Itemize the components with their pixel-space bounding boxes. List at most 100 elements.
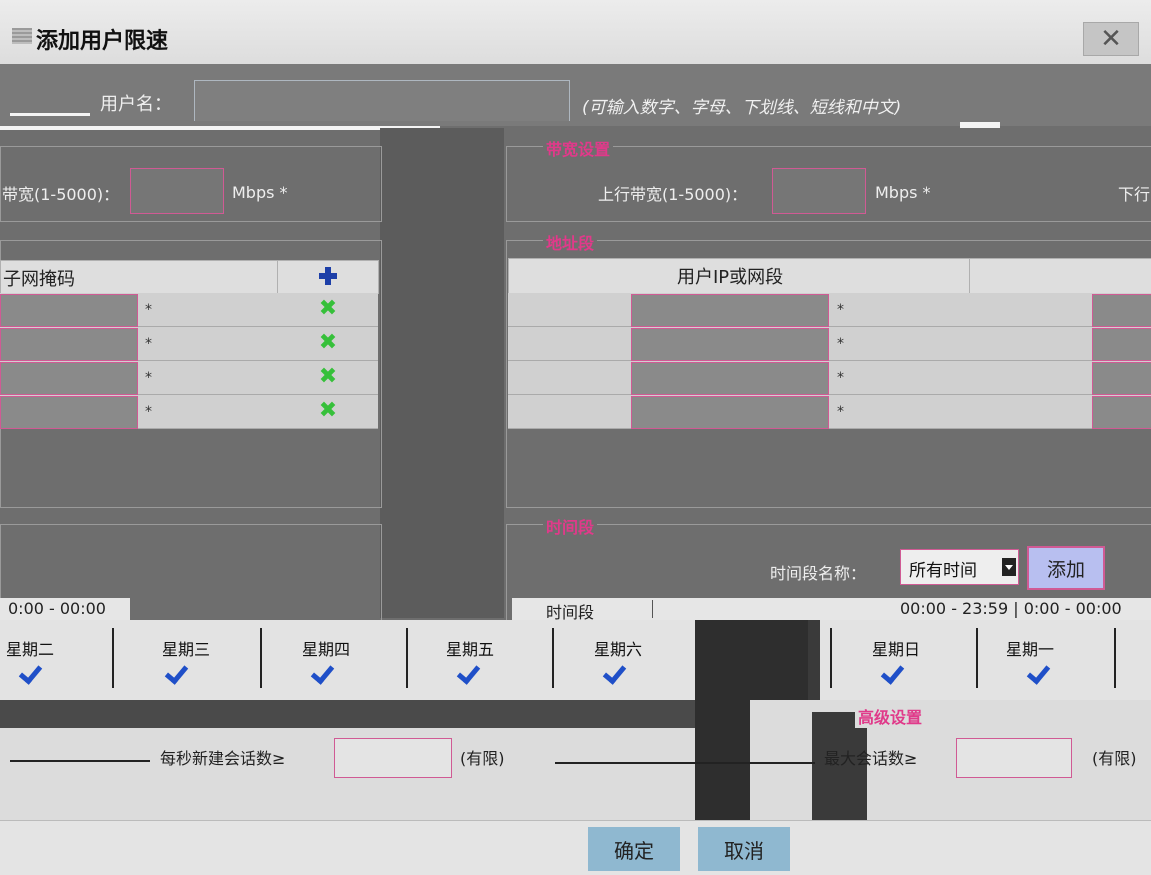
user-ip-header: 用户IP或网段	[677, 267, 784, 288]
weekday-divider	[1114, 628, 1116, 688]
divider	[0, 126, 440, 130]
weekday-divider	[830, 628, 832, 688]
occluded-region	[695, 700, 750, 820]
subnet-mask-input[interactable]	[0, 362, 138, 395]
weekday-divider	[260, 628, 262, 688]
time-range-right-text: 00:00 - 23:59 | 0:00 - 00:00	[900, 599, 1122, 618]
dialog-title: 添加用户限速	[36, 29, 169, 54]
delete-row-icon[interactable]: ✖	[318, 366, 338, 388]
required-star: *	[837, 302, 844, 318]
weekday-check-icon[interactable]	[604, 664, 630, 684]
weekday-label: 星期五	[445, 640, 494, 659]
user-ip-input[interactable]	[631, 396, 829, 429]
new-session-label: 每秒新建会话数≥	[160, 749, 286, 768]
required-star: *	[145, 336, 152, 352]
subnet-input-right[interactable]	[1092, 328, 1151, 361]
shadow-band	[0, 700, 750, 728]
dash-line	[555, 762, 815, 764]
cancel-button[interactable]: 取消	[698, 827, 790, 871]
required-star: *	[145, 404, 152, 420]
subnet-mask-input[interactable]	[0, 396, 138, 429]
table-row	[508, 361, 1151, 395]
time-legend: 时间段	[543, 514, 598, 538]
weekday-label: 星期二	[5, 640, 54, 659]
weekday-check-icon[interactable]	[882, 664, 908, 684]
add-user-limit-dialog: 添加用户限速 ✕ 用户名： (可输入数字、字母、下划线、短线和中文) 带宽(1-…	[0, 0, 1151, 875]
weekday-divider	[406, 628, 408, 688]
required-star: *	[837, 370, 844, 386]
ok-button[interactable]: 确定	[588, 827, 680, 871]
add-time-button[interactable]: 添加	[1027, 546, 1105, 590]
dash-line	[10, 760, 150, 762]
weekday-label: 星期六	[593, 640, 642, 659]
center-gap	[380, 128, 504, 618]
delete-row-icon[interactable]: ✖	[318, 332, 338, 354]
column-divider	[277, 261, 278, 293]
user-ip-input[interactable]	[631, 294, 829, 327]
user-ip-input[interactable]	[631, 362, 829, 395]
time-name-label: 时间段名称：	[770, 564, 867, 583]
username-label: 用户名：	[100, 94, 172, 115]
new-session-input[interactable]	[334, 738, 452, 778]
weekday-check-icon[interactable]	[1028, 664, 1054, 684]
occluded-region	[695, 620, 811, 700]
download-bandwidth-label: 下行	[1118, 185, 1151, 204]
upload-bandwidth-unit: Mbps *	[875, 183, 931, 202]
subnet-mask-input[interactable]	[0, 328, 138, 361]
time-name-value: 所有时间	[909, 561, 977, 581]
table-row	[508, 395, 1151, 429]
max-session-input[interactable]	[956, 738, 1072, 778]
upload-bandwidth-label: 上行带宽(1-5000)：	[598, 185, 748, 204]
time-range-left-text: 0:00 - 00:00	[8, 599, 106, 618]
bandwidth-left-input[interactable]	[130, 168, 224, 214]
table-row	[508, 327, 1151, 361]
add-row-plus-icon[interactable]	[319, 267, 337, 285]
dialog-icon	[12, 28, 32, 44]
weekday-check-icon[interactable]	[458, 664, 484, 684]
close-button[interactable]: ✕	[1083, 22, 1139, 56]
username-hint: (可输入数字、字母、下划线、短线和中文)	[582, 98, 902, 118]
weekday-label: 星期四	[301, 640, 350, 659]
weekday-divider	[112, 628, 114, 688]
time-name-select[interactable]: 所有时间	[900, 549, 1019, 585]
bandwidth-left-label: 带宽(1-5000)：	[2, 185, 120, 204]
column-divider	[969, 259, 970, 293]
delete-row-icon[interactable]: ✖	[318, 400, 338, 422]
subnet-input-right[interactable]	[1092, 396, 1151, 429]
divider	[10, 113, 90, 116]
subnet-mask-input[interactable]	[0, 294, 138, 327]
upload-bandwidth-input[interactable]	[772, 168, 866, 214]
weekday-check-icon[interactable]	[166, 664, 192, 684]
username-row	[0, 64, 1151, 126]
dialog-title-bar: 添加用户限速 ✕	[0, 0, 1151, 65]
weekday-label: 星期三	[161, 640, 210, 659]
required-star: *	[837, 336, 844, 352]
dialog-footer	[0, 820, 1151, 875]
weekday-check-icon[interactable]	[312, 664, 338, 684]
close-icon[interactable]: ✕	[1100, 24, 1122, 54]
subnet-input-right[interactable]	[1092, 294, 1151, 327]
divider	[960, 122, 1000, 128]
required-star: *	[145, 370, 152, 386]
subnet-mask-header: 子网掩码	[3, 269, 75, 290]
username-input[interactable]	[194, 80, 570, 121]
user-ip-input[interactable]	[631, 328, 829, 361]
advanced-legend: 高级设置	[855, 704, 926, 728]
weekday-divider	[976, 628, 978, 688]
time-range-right: 时间段 00:00 - 23:59 | 0:00 - 00:00	[512, 598, 1151, 622]
address-legend: 地址段	[543, 230, 598, 254]
time-range-left: 0:00 - 00:00	[0, 598, 130, 620]
max-session-tail: (有限)	[1092, 749, 1137, 768]
weekday-label: 星期一	[1005, 640, 1054, 659]
weekday-strip	[0, 620, 1151, 700]
bandwidth-legend: 带宽设置	[543, 136, 614, 160]
chevron-down-icon[interactable]	[1002, 558, 1016, 576]
ip-table-header: 用户IP或网段	[508, 258, 1151, 294]
subnet-input-right[interactable]	[1092, 362, 1151, 395]
table-row	[508, 293, 1151, 327]
delete-row-icon[interactable]: ✖	[318, 298, 338, 320]
required-star: *	[837, 404, 844, 420]
max-session-label: 最大会话数≥	[824, 749, 918, 768]
weekday-check-icon[interactable]	[20, 664, 46, 684]
new-session-tail: (有限)	[460, 749, 505, 768]
